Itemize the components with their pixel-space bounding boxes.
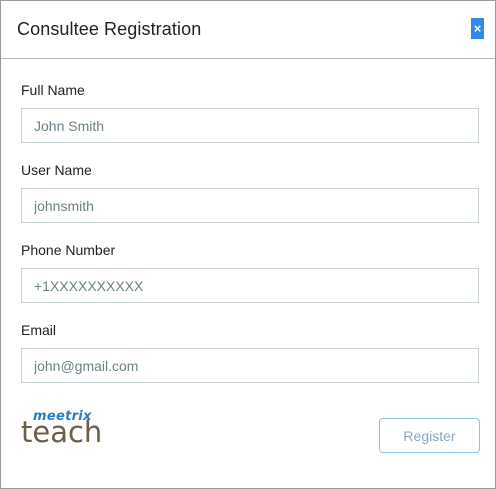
meetrix-teach-logo: meetrix teach bbox=[21, 409, 111, 449]
email-field[interactable] bbox=[21, 348, 479, 383]
phone-number-label: Phone Number bbox=[21, 242, 116, 258]
user-name-field[interactable] bbox=[21, 188, 479, 223]
logo-main-text: teach bbox=[21, 415, 103, 449]
close-button[interactable]: × bbox=[471, 18, 484, 39]
close-icon: × bbox=[473, 21, 482, 36]
register-button[interactable]: Register bbox=[379, 418, 480, 453]
user-name-label: User Name bbox=[21, 162, 92, 178]
phone-number-field[interactable] bbox=[21, 268, 479, 303]
dialog-header: Consultee Registration × bbox=[1, 1, 495, 59]
email-label: Email bbox=[21, 322, 57, 338]
full-name-label: Full Name bbox=[21, 82, 85, 98]
dialog-title: Consultee Registration bbox=[17, 19, 202, 39]
full-name-field[interactable] bbox=[21, 108, 479, 143]
registration-dialog: Consultee Registration × Full Name User … bbox=[0, 0, 496, 489]
